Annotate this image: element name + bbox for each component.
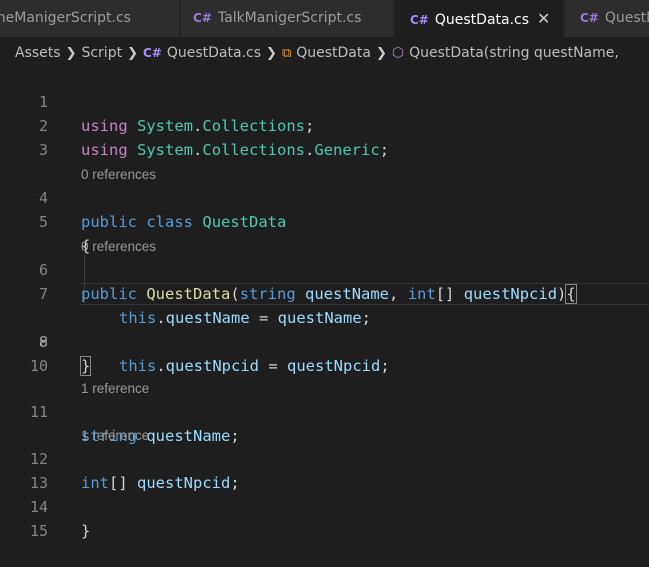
codelens: 1 reference <box>0 400 649 443</box>
chevron-right-icon: ❯ <box>127 46 138 61</box>
current-line-highlight <box>80 283 649 305</box>
code-line: 4 public class QuestData <box>0 162 649 231</box>
code-line: 11 string questName; <box>0 376 649 445</box>
csharp-file-icon: C# <box>193 11 212 25</box>
code-line: 15 <box>0 495 649 540</box>
tab-label: QuestData.cs <box>434 12 530 28</box>
chevron-right-icon: ❯ <box>266 46 277 61</box>
tab-label: meManigerScript.cs <box>0 10 131 26</box>
breadcrumb-class[interactable]: QuestData <box>296 45 371 61</box>
chevron-right-icon: ❯ <box>375 46 387 61</box>
class-icon: ⧉ <box>281 46 292 61</box>
breadcrumb: Assets ❯ Script ❯ C# QuestData.cs ❯ ⧉ QuestData ❯… <box>0 37 649 69</box>
tab-gamemaniger-script[interactable]: meManigerScript.cs <box>0 0 180 37</box>
chevron-right-icon: ❯ <box>65 46 77 61</box>
code-line-current: 8 this.questNpcid = questNpcid; <box>0 282 649 375</box>
tab-questmanager[interactable]: C# QuestM <box>565 0 649 37</box>
code-line: 9 } <box>0 306 649 376</box>
tab-talkmaniger-script[interactable]: C# TalkManigerScript.cs <box>181 0 394 37</box>
code-editor[interactable]: 1 using System.Collections; 2 using Syst… <box>0 66 649 540</box>
code-line: 5 { <box>0 186 649 255</box>
code-line: 13 <box>0 447 649 492</box>
codelens: 1 reference <box>0 353 649 396</box>
code-line: 14 } <box>0 471 649 540</box>
csharp-file-icon: C# <box>410 13 429 27</box>
tab-label: TalkManigerScript.cs <box>217 10 362 26</box>
token-brace: } <box>81 522 91 540</box>
method-icon: ⬡ <box>391 45 405 61</box>
close-icon[interactable]: ✕ <box>537 9 550 28</box>
code-line: 10 <box>0 330 649 375</box>
code-line: 7 this.questName = questName; <box>0 258 649 327</box>
tab-questdata[interactable]: C# QuestData.cs ✕ <box>395 0 564 37</box>
breadcrumb-assets[interactable]: Assets <box>15 45 61 61</box>
codelens: 0 references <box>0 139 649 182</box>
breadcrumb-script[interactable]: Script <box>81 45 122 61</box>
breadcrumb-method[interactable]: QuestData(string questName, <box>409 45 619 61</box>
code-line: 12 int[] questNpcid; <box>0 423 649 492</box>
codelens: 0 references <box>0 211 649 254</box>
tab-label: QuestM <box>604 10 649 26</box>
code-line: 2 using System.Collections.Generic; <box>0 90 649 159</box>
csharp-file-icon: C# <box>142 46 162 60</box>
code-line: 1 using System.Collections; <box>0 66 649 135</box>
code-line: 3 <box>0 114 649 159</box>
code-line: 6 public QuestData(string questName, int… <box>0 234 649 304</box>
csharp-file-icon: C# <box>580 11 599 25</box>
breadcrumb-file[interactable]: QuestData.cs <box>167 45 261 61</box>
tab-bar: meManigerScript.cs C# TalkManigerScript.c… <box>0 0 649 37</box>
